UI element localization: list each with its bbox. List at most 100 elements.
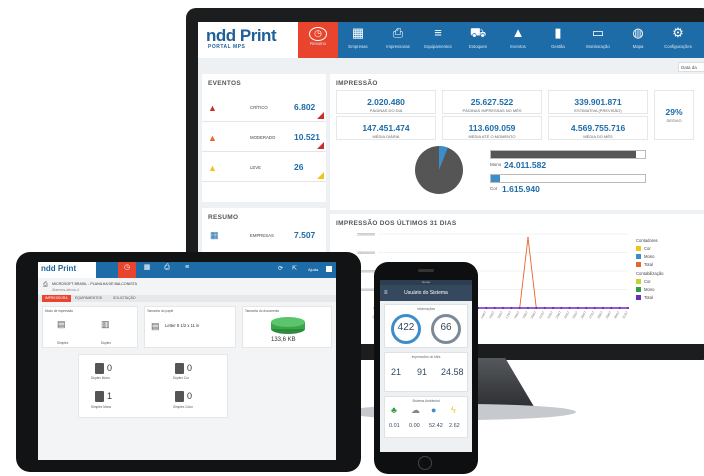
legend-item[interactable]: Mono <box>636 286 696 294</box>
color-label: Cor <box>490 186 498 191</box>
simplex-label: Simplex <box>57 341 69 345</box>
mono-label: Mono <box>490 162 502 167</box>
env-value: 0.01 <box>389 423 400 429</box>
legend-swatch <box>636 254 641 260</box>
x-tick-label: 25/07 <box>571 310 579 319</box>
help-link[interactable]: Ajuda <box>308 267 318 272</box>
list-icon: ≡ <box>184 264 190 271</box>
cart-icon: ⛟ <box>469 25 487 40</box>
tab-solicitacao[interactable]: SOLICITAÇÃO <box>110 295 139 302</box>
nav-label: Mapa <box>632 44 644 49</box>
section-title: Impressões do Mês <box>411 355 441 359</box>
phone-environment-section: Sistema Ambiental ♣ ☁ ● ϟ 0.01 0.00 52.4… <box>384 396 468 438</box>
document-icon <box>175 363 184 374</box>
nav-estoques[interactable]: ⛟ Estoques <box>458 22 498 58</box>
x-tick-label: 26/07 <box>580 310 588 319</box>
data-point <box>568 306 571 310</box>
counter-value: 0 <box>107 363 113 373</box>
kpi-label: MÉDIA ATÉ O MOMENTO <box>468 134 516 139</box>
phone-header-title: Usuário do Sistema <box>404 290 448 296</box>
nav-empresas[interactable]: ▦ Empresas <box>338 22 378 58</box>
x-tick-label: 30/07 <box>613 310 621 319</box>
main-nav: ◷ Resumo ▦ Empresas ⎙ Impressoras ≡ Equipame… <box>298 22 704 58</box>
data-point <box>551 306 555 310</box>
x-tick-label: 22/07 <box>546 310 554 319</box>
tablet-screen: ndd Print ◷ ▦ ⎙ ≡ ⟳ ⇱ Ajuda ⎙ MICROSOFT … <box>38 262 336 460</box>
month-stat: 24.58 <box>441 367 464 377</box>
nav-impressoras[interactable]: ⎙ Impressoras <box>378 22 418 58</box>
tablet-nav-equipment[interactable]: ≡ <box>178 262 196 278</box>
x-tick-label: 20/07 <box>530 310 538 319</box>
legend-item[interactable]: Mono <box>636 253 696 261</box>
kpi-label: MÉDIA DO MÊS <box>583 134 613 139</box>
nav-mapa[interactable]: ◍ Mapa <box>618 22 658 58</box>
chart-legend: Contadores Cor Mono Total Contabilização… <box>636 238 696 302</box>
legend-swatch <box>636 262 641 268</box>
data-point <box>535 306 538 310</box>
kpi-card: 4.569.755.716 MÉDIA DO MÊS <box>548 116 648 140</box>
kpi-value: 147.451.474 <box>362 123 410 133</box>
nav-monitoracao[interactable]: ▭ Monitoração <box>578 22 618 58</box>
legend-item[interactable]: Cor <box>636 278 696 286</box>
data-point <box>485 306 488 310</box>
dashboard-icon: ◷ <box>123 264 131 271</box>
kpi-value: 25.627.522 <box>470 97 514 107</box>
impression-panel: IMPRESSÃO 2.020.480 PÁGINAS DO DIA 25.627… <box>330 74 704 210</box>
tablet-nav-printers[interactable]: ⎙ <box>158 262 176 278</box>
events-title: EVENTOS <box>208 80 242 87</box>
nav-equipamentos[interactable]: ≡ Equipamentos <box>418 22 458 58</box>
legend-item[interactable]: Total <box>636 261 696 269</box>
event-label: LEVE <box>250 165 261 170</box>
legend-item[interactable]: Total <box>636 294 696 302</box>
tab-impressora[interactable]: IMPRESSORA <box>42 295 71 302</box>
document-size-value: 133,6 KB <box>271 337 296 343</box>
nav-configuracoes[interactable]: ⚙ Configurações <box>658 22 698 58</box>
data-point <box>610 306 613 310</box>
kpi-value: 2.020.480 <box>367 97 405 107</box>
ring-gauge[interactable]: 422 <box>391 314 421 344</box>
tablet-device: ndd Print ◷ ▦ ⎙ ≡ ⟳ ⇱ Ajuda ⎙ MICROSOFT … <box>16 252 361 472</box>
tablet-nav-companies[interactable]: ▦ <box>138 262 156 278</box>
x-tick-label: 15/07 <box>488 310 496 319</box>
menu-icon[interactable]: ≡ <box>384 285 388 301</box>
event-label: MODERADO <box>250 135 276 140</box>
counter-value: 0 <box>187 391 193 401</box>
kpi-card: 113.609.059 MÉDIA ATÉ O MOMENTO <box>442 116 542 140</box>
document-icon <box>95 363 104 374</box>
bar-chart-icon: ▮ <box>554 25 562 40</box>
event-indicator <box>317 172 324 179</box>
date-filter[interactable]: Data da <box>678 62 704 72</box>
kpi-value: 113.609.059 <box>468 123 516 133</box>
deviation-card: 29% DESVIO <box>654 90 694 140</box>
app-logo[interactable]: ndd Print <box>206 26 277 46</box>
tab-equipamentos[interactable]: EQUIPAMENTOS <box>72 295 105 302</box>
legend-swatch <box>636 246 641 252</box>
event-count: 26 <box>294 162 304 172</box>
kpi-label: PÁGINAS DO DIA <box>369 108 403 113</box>
tablet-logo[interactable]: ndd Print <box>38 262 96 278</box>
user-avatar[interactable] <box>326 266 332 272</box>
event-row-moderate[interactable]: ▲ MODERADO 10.521 <box>202 122 326 152</box>
data-point <box>626 306 630 310</box>
month-stat: 21 <box>391 367 402 377</box>
nav-resumo[interactable]: ◷ Resumo <box>298 22 338 58</box>
event-row-light[interactable]: ▲ LEVE 26 <box>202 152 326 182</box>
data-point <box>527 236 529 239</box>
paper-size-card: Tamanho do papel ▤ Letter 8 1/2 x 11 in <box>144 306 236 348</box>
top-bar: ndd Print PORTAL MPS ◷ Resumo ▦ Empresas ⎙… <box>198 22 704 58</box>
nav-label: Configurações <box>664 44 692 49</box>
phone-month-section: Impressões do Mês 21 91 24.58 <box>384 352 468 392</box>
legend-label: Cor <box>644 279 651 284</box>
refresh-icon[interactable]: ⟳ <box>278 265 283 272</box>
nav-gestao[interactable]: ▮ Gestão <box>538 22 578 58</box>
ring-gauge[interactable]: 66 <box>431 314 461 344</box>
printer-icon: ⎙ <box>164 264 170 271</box>
phone-info-section: Informações 422 66 <box>384 304 468 348</box>
event-row-critical[interactable]: ▲ CRÍTICO 6.802 <box>202 92 326 122</box>
home-button[interactable] <box>418 456 432 470</box>
nav-eventos[interactable]: ▲ Eventos <box>498 22 538 58</box>
tablet-nav-dashboard[interactable]: ◷ <box>118 262 136 278</box>
legend-item[interactable]: Cor <box>636 245 696 253</box>
share-icon[interactable]: ⇱ <box>292 265 297 272</box>
counters-card: 0 Duplex Mono 0 Duplex Cor 1 Simplex Mon… <box>78 354 228 418</box>
